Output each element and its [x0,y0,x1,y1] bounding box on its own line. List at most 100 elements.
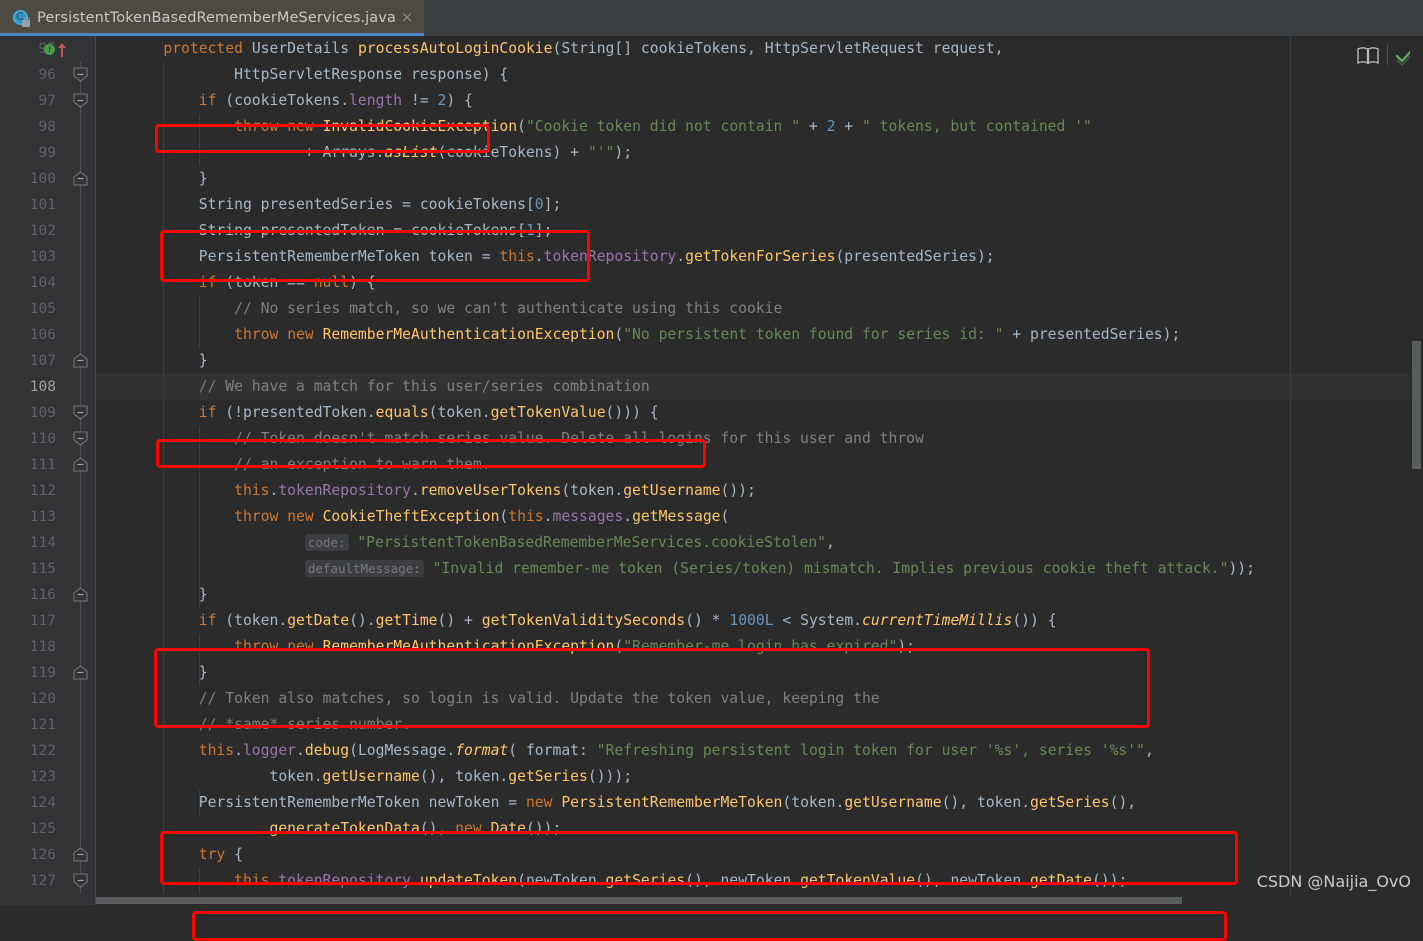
fold-close-icon[interactable] [73,665,88,680]
code-line[interactable]: this.tokenRepository.updateToken(newToke… [96,868,1423,894]
fold-gutter-row[interactable] [66,842,96,868]
fold-open-icon[interactable] [73,93,88,108]
fold-gutter-row[interactable] [66,608,96,634]
line-number: 126 [30,842,56,868]
code-line[interactable]: defaultMessage: "Invalid remember-me tok… [96,556,1423,582]
line-number: 125 [30,816,56,842]
fold-gutter-row[interactable] [66,192,96,218]
fold-gutter-row[interactable] [66,530,96,556]
fold-gutter-row[interactable] [66,452,96,478]
code-line[interactable]: // an exception to warn them. [96,452,1423,478]
code-line[interactable]: if (token.getDate().getTime() + getToken… [96,608,1423,634]
fold-gutter-row[interactable] [66,296,96,322]
fold-close-icon[interactable] [73,353,88,368]
code-line[interactable]: if (cookieTokens.length != 2) { [96,88,1423,114]
code-line[interactable]: String presentedToken = cookieTokens[1]; [96,218,1423,244]
fold-gutter-row[interactable] [66,582,96,608]
fold-gutter-row[interactable] [66,62,96,88]
fold-close-icon[interactable] [73,847,88,862]
code-line[interactable]: code: "PersistentTokenBasedRememberMeSer… [96,530,1423,556]
fold-gutter-row[interactable] [66,426,96,452]
fold-region-line [80,322,81,348]
fold-gutter-row[interactable] [66,738,96,764]
code-line[interactable]: // Token also matches, so login is valid… [96,686,1423,712]
tab-persistent-token-based-remember-me-services[interactable]: PersistentTokenBasedRememberMeServices.j… [0,0,424,36]
fold-close-icon[interactable] [73,457,88,472]
gutter-markers-line-95[interactable]: I [0,36,96,62]
fold-gutter-row[interactable] [66,140,96,166]
code-line[interactable]: if (!presentedToken.equals(token.getToke… [96,400,1423,426]
code-line[interactable]: throw new CookieTheftException(this.mess… [96,504,1423,530]
fold-open-icon[interactable] [73,431,88,446]
fold-gutter-row[interactable] [66,218,96,244]
code-line[interactable]: throw new RememberMeAuthenticationExcept… [96,322,1423,348]
fold-gutter-row[interactable] [66,816,96,842]
code-line[interactable]: generateTokenData(), new Date()); [96,816,1423,842]
override-arrow-icon[interactable] [58,42,66,56]
reader-mode-book-icon[interactable] [1357,46,1379,66]
fold-region-line [80,712,81,738]
fold-close-icon[interactable] [73,171,88,186]
comment: // Token also matches, so login is valid… [199,690,880,707]
code-line[interactable]: HttpServletResponse response) { [96,62,1423,88]
fold-open-icon[interactable] [73,873,88,888]
fold-gutter-row[interactable] [66,686,96,712]
line-number: 96 [39,62,56,88]
code-line[interactable]: } [96,166,1423,192]
fold-open-icon[interactable] [73,405,88,420]
comment: // No series match, so we can't authenti… [234,300,782,317]
horizontal-scrollbar-thumb[interactable] [96,897,1182,904]
fold-gutter-row[interactable] [66,868,96,894]
line-number: 108 [30,374,56,400]
fold-open-icon[interactable] [73,67,88,82]
fold-gutter-row[interactable] [66,270,96,296]
code-line[interactable]: protected UserDetails processAutoLoginCo… [96,36,1423,62]
horizontal-scrollbar-track[interactable] [96,896,1410,905]
fold-gutter-row[interactable] [66,504,96,530]
fold-gutter-row[interactable] [66,166,96,192]
comment: // an exception to warn them. [234,456,490,473]
fold-gutter-row[interactable] [66,374,96,400]
code-line[interactable]: throw new RememberMeAuthenticationExcept… [96,634,1423,660]
inlay-hint: defaultMessage: [305,560,424,577]
code-line[interactable]: // Token doesn't match series value. Del… [96,426,1423,452]
fold-gutter-row[interactable] [66,244,96,270]
code-line[interactable]: // No series match, so we can't authenti… [96,296,1423,322]
vertical-scrollbar-track[interactable] [1410,36,1423,905]
fold-gutter-row[interactable] [66,348,96,374]
code-line[interactable]: try { [96,842,1423,868]
fold-gutter-row[interactable] [66,88,96,114]
code-line[interactable]: PersistentRememberMeToken token = this.t… [96,244,1423,270]
fold-gutter-row[interactable] [66,634,96,660]
code-line[interactable]: } [96,582,1423,608]
code-line[interactable]: // We have a match for this user/series … [96,374,1423,400]
code-line[interactable]: } [96,348,1423,374]
code-line[interactable]: + Arrays.asList(cookieTokens) + "'"); [96,140,1423,166]
code-fold-column[interactable] [66,36,96,894]
vertical-scrollbar-thumb[interactable] [1412,341,1421,469]
code-line[interactable]: throw new InvalidCookieException("Cookie… [96,114,1423,140]
code-line[interactable]: } [96,660,1423,686]
code-text-area[interactable]: protected UserDetails processAutoLoginCo… [96,36,1423,905]
fold-gutter-row[interactable] [66,322,96,348]
code-line[interactable]: token.getUsername(), token.getSeries()))… [96,764,1423,790]
code-line[interactable]: // *same* series number. [96,712,1423,738]
fold-gutter-row[interactable] [66,712,96,738]
fold-gutter-row[interactable] [66,114,96,140]
close-icon[interactable]: × [400,10,414,24]
fold-gutter-row[interactable] [66,660,96,686]
code-line[interactable]: if (token == null) { [96,270,1423,296]
fold-close-icon[interactable] [73,587,88,602]
code-line[interactable]: PersistentRememberMeToken newToken = new… [96,790,1423,816]
fold-gutter-row[interactable] [66,556,96,582]
code-line[interactable]: String presentedSeries = cookieTokens[0]… [96,192,1423,218]
code-line[interactable]: this.logger.debug(LogMessage.format( for… [96,738,1423,764]
fold-gutter-row[interactable] [66,400,96,426]
fold-gutter-row[interactable] [66,764,96,790]
implementing-method-icon[interactable]: I [44,44,55,55]
java-class-locked-icon [13,10,30,27]
code-line[interactable]: this.tokenRepository.removeUserTokens(to… [96,478,1423,504]
code-editor[interactable]: 9596979899100101102103104105106107108109… [0,36,1423,905]
fold-gutter-row[interactable] [66,478,96,504]
fold-gutter-row[interactable] [66,790,96,816]
